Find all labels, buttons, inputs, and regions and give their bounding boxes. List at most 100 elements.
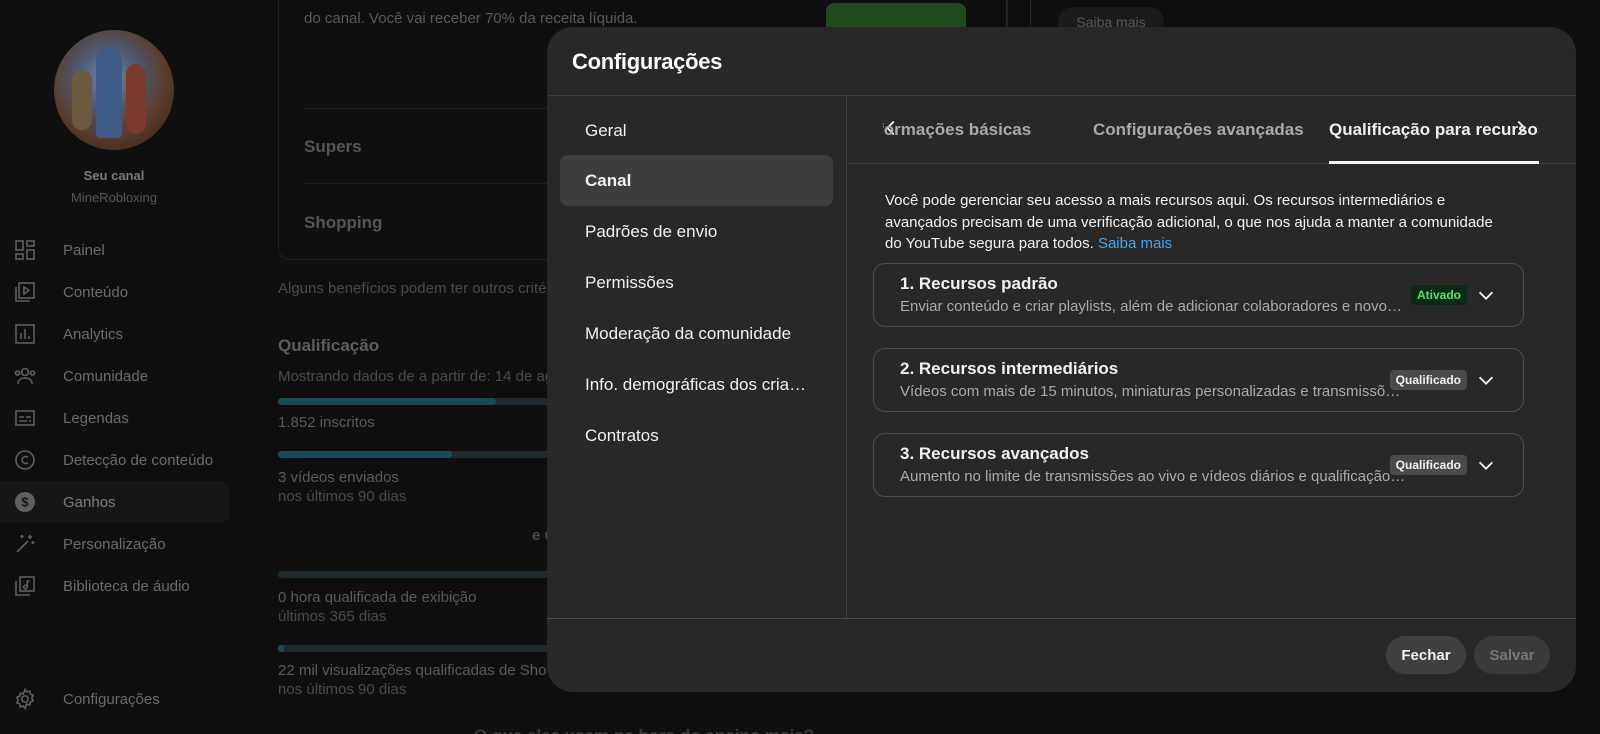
watch-hours-period: últimos 365 dias (278, 608, 387, 625)
avatar-figure (96, 48, 122, 138)
feature-subtitle: Enviar conteúdo e criar playlists, além … (900, 298, 1408, 315)
videos-progress-fill (278, 451, 452, 458)
customization-icon (13, 532, 37, 556)
audio-library-icon (13, 574, 37, 598)
videos-progress (278, 451, 568, 458)
shopping-row[interactable]: Shopping (304, 213, 382, 233)
gear-icon (13, 687, 37, 711)
card-text: do canal. Você vai receber 70% da receit… (304, 10, 638, 27)
videos-count: 3 vídeos enviados (278, 469, 399, 486)
nav-item-comunidade[interactable]: Comunidade (0, 355, 230, 397)
settings-tabs: Informações básicas Configurações avança… (847, 96, 1576, 164)
avatar-figure (126, 64, 146, 134)
subtitles-icon (13, 406, 37, 430)
feature-title: 3. Recursos avançados (900, 444, 1089, 463)
nav-item-label: Analytics (63, 325, 124, 343)
feature-title: 1. Recursos padrão (900, 274, 1058, 293)
tab-strip: Informações básicas Configurações avança… (883, 96, 1539, 164)
analytics-icon (13, 322, 37, 346)
feature-card-advanced[interactable]: 3. Recursos avançados Aumento no limite … (873, 433, 1524, 497)
avatar-figure (72, 70, 92, 130)
shorts-views-progress (278, 645, 568, 652)
data-since-text: Mostrando dados de a partir de: 14 de ag (278, 368, 554, 385)
watch-hours-count: 0 hora qualificada de exibição (278, 589, 477, 606)
nav-item-configuracoes[interactable]: Configurações (0, 678, 230, 720)
menu-item-label: Info. demográficas dos criadores (585, 374, 810, 394)
settings-menu-contratos[interactable]: Contratos (560, 410, 833, 461)
nav-item-label: Painel (63, 241, 105, 259)
settings-menu-padroes-envio[interactable]: Padrões de envio (560, 206, 833, 257)
divider (1030, 0, 1031, 30)
nav-item-ganhos[interactable]: $ Ganhos (0, 481, 230, 523)
nav-item-label: Detecção de conteúdo (63, 451, 214, 469)
menu-item-label: Moderação da comunidade (585, 323, 792, 343)
settings-menu-permissoes[interactable]: Permissões (560, 257, 833, 308)
menu-item-label: Contratos (585, 425, 659, 445)
nav-item-label: Comunidade (63, 367, 149, 385)
shorts-views-count: 22 mil visualizações qualificadas de Sho (278, 662, 547, 679)
subscribers-progress (278, 398, 568, 405)
tabs-scroll-right-button[interactable] (1507, 116, 1535, 144)
faq-heading: O que eles usam na hora do ensino mais? (474, 726, 814, 734)
nav-item-label: Legendas (63, 409, 129, 427)
divider (547, 618, 1576, 619)
nav-item-label: Conteúdo (63, 283, 129, 301)
divider (1006, 0, 1007, 30)
channel-avatar[interactable] (54, 30, 174, 150)
svg-text:$: $ (21, 495, 29, 510)
menu-item-label: Padrões de envio (585, 221, 718, 241)
nav-item-personalizacao[interactable]: Personalização (0, 523, 230, 565)
shorts-views-progress-fill (278, 645, 284, 652)
nav-item-analytics[interactable]: Analytics (0, 313, 230, 355)
nav-item-biblioteca-audio[interactable]: Biblioteca de áudio (0, 565, 230, 607)
channel-handle: MineRobloxing (71, 190, 157, 205)
status-badge: Ativado (1410, 285, 1467, 305)
supers-row[interactable]: Supers (304, 137, 362, 157)
subscribers-progress-fill (278, 398, 496, 405)
settings-menu-canal[interactable]: Canal (560, 155, 833, 206)
tab-configuracoes-avancadas[interactable]: Configurações avançadas (1093, 96, 1304, 164)
chevron-right-icon (1510, 117, 1532, 144)
nav-item-painel[interactable]: Painel (0, 229, 230, 271)
close-button[interactable]: Fechar (1386, 636, 1466, 674)
learn-more-link[interactable]: Saiba mais (1098, 235, 1172, 252)
benefits-note: Alguns benefícios podem ter outros crité (278, 280, 547, 297)
chevron-down-icon[interactable] (1475, 369, 1497, 391)
save-button[interactable]: Salvar (1474, 636, 1550, 674)
feature-eligibility-description: Você pode gerenciar seu acesso a mais re… (885, 190, 1510, 255)
qualification-heading: Qualificação (278, 336, 380, 355)
channel-title: Seu canal (83, 168, 145, 183)
menu-item-label: Canal (585, 170, 632, 190)
settings-menu-demograficas[interactable]: Info. demográficas dos criadores (560, 359, 833, 410)
chevron-down-icon[interactable] (1475, 284, 1497, 306)
nav-item-label: Biblioteca de áudio (63, 577, 190, 595)
chevron-down-icon[interactable] (1475, 454, 1497, 476)
nav-item-conteudo[interactable]: Conteúdo (0, 271, 230, 313)
feature-card-intermediate[interactable]: 2. Recursos intermediários Vídeos com ma… (873, 348, 1524, 412)
community-icon (13, 364, 37, 388)
settings-menu-moderacao[interactable]: Moderação da comunidade (560, 308, 833, 359)
tab-informacoes-basicas[interactable]: Informações básicas (883, 96, 1031, 164)
feature-subtitle: Aumento no limite de transmissões ao viv… (900, 468, 1408, 485)
dashboard-icon (13, 238, 37, 262)
earn-icon: $ (13, 490, 37, 514)
copyright-icon (13, 448, 37, 472)
videos-period: nos últimos 90 dias (278, 488, 407, 505)
shorts-views-period: nos últimos 90 dias (278, 681, 407, 698)
nav-item-deteccao[interactable]: Detecção de conteúdo (0, 439, 230, 481)
status-badge: Qualificado (1389, 455, 1467, 475)
nav-item-label: Ganhos (63, 493, 116, 511)
dialog-title: Configurações (572, 49, 723, 74)
nav-item-legendas[interactable]: Legendas (0, 397, 230, 439)
subscribers-count: 1.852 inscritos (278, 414, 375, 431)
menu-item-label: Geral (585, 120, 627, 140)
settings-menu-geral[interactable]: Geral (560, 105, 833, 156)
studio-sidebar: Seu canal MineRobloxing Painel Conteúdo … (0, 0, 232, 734)
divider (846, 95, 847, 618)
feature-card-standard[interactable]: 1. Recursos padrão Enviar conteúdo e cri… (873, 263, 1524, 327)
menu-item-label: Permissões (585, 272, 674, 292)
feature-title: 2. Recursos intermediários (900, 359, 1119, 378)
content-icon (13, 280, 37, 304)
feature-subtitle: Vídeos com mais de 15 minutos, miniatura… (900, 383, 1408, 400)
watch-hours-progress (278, 571, 568, 578)
